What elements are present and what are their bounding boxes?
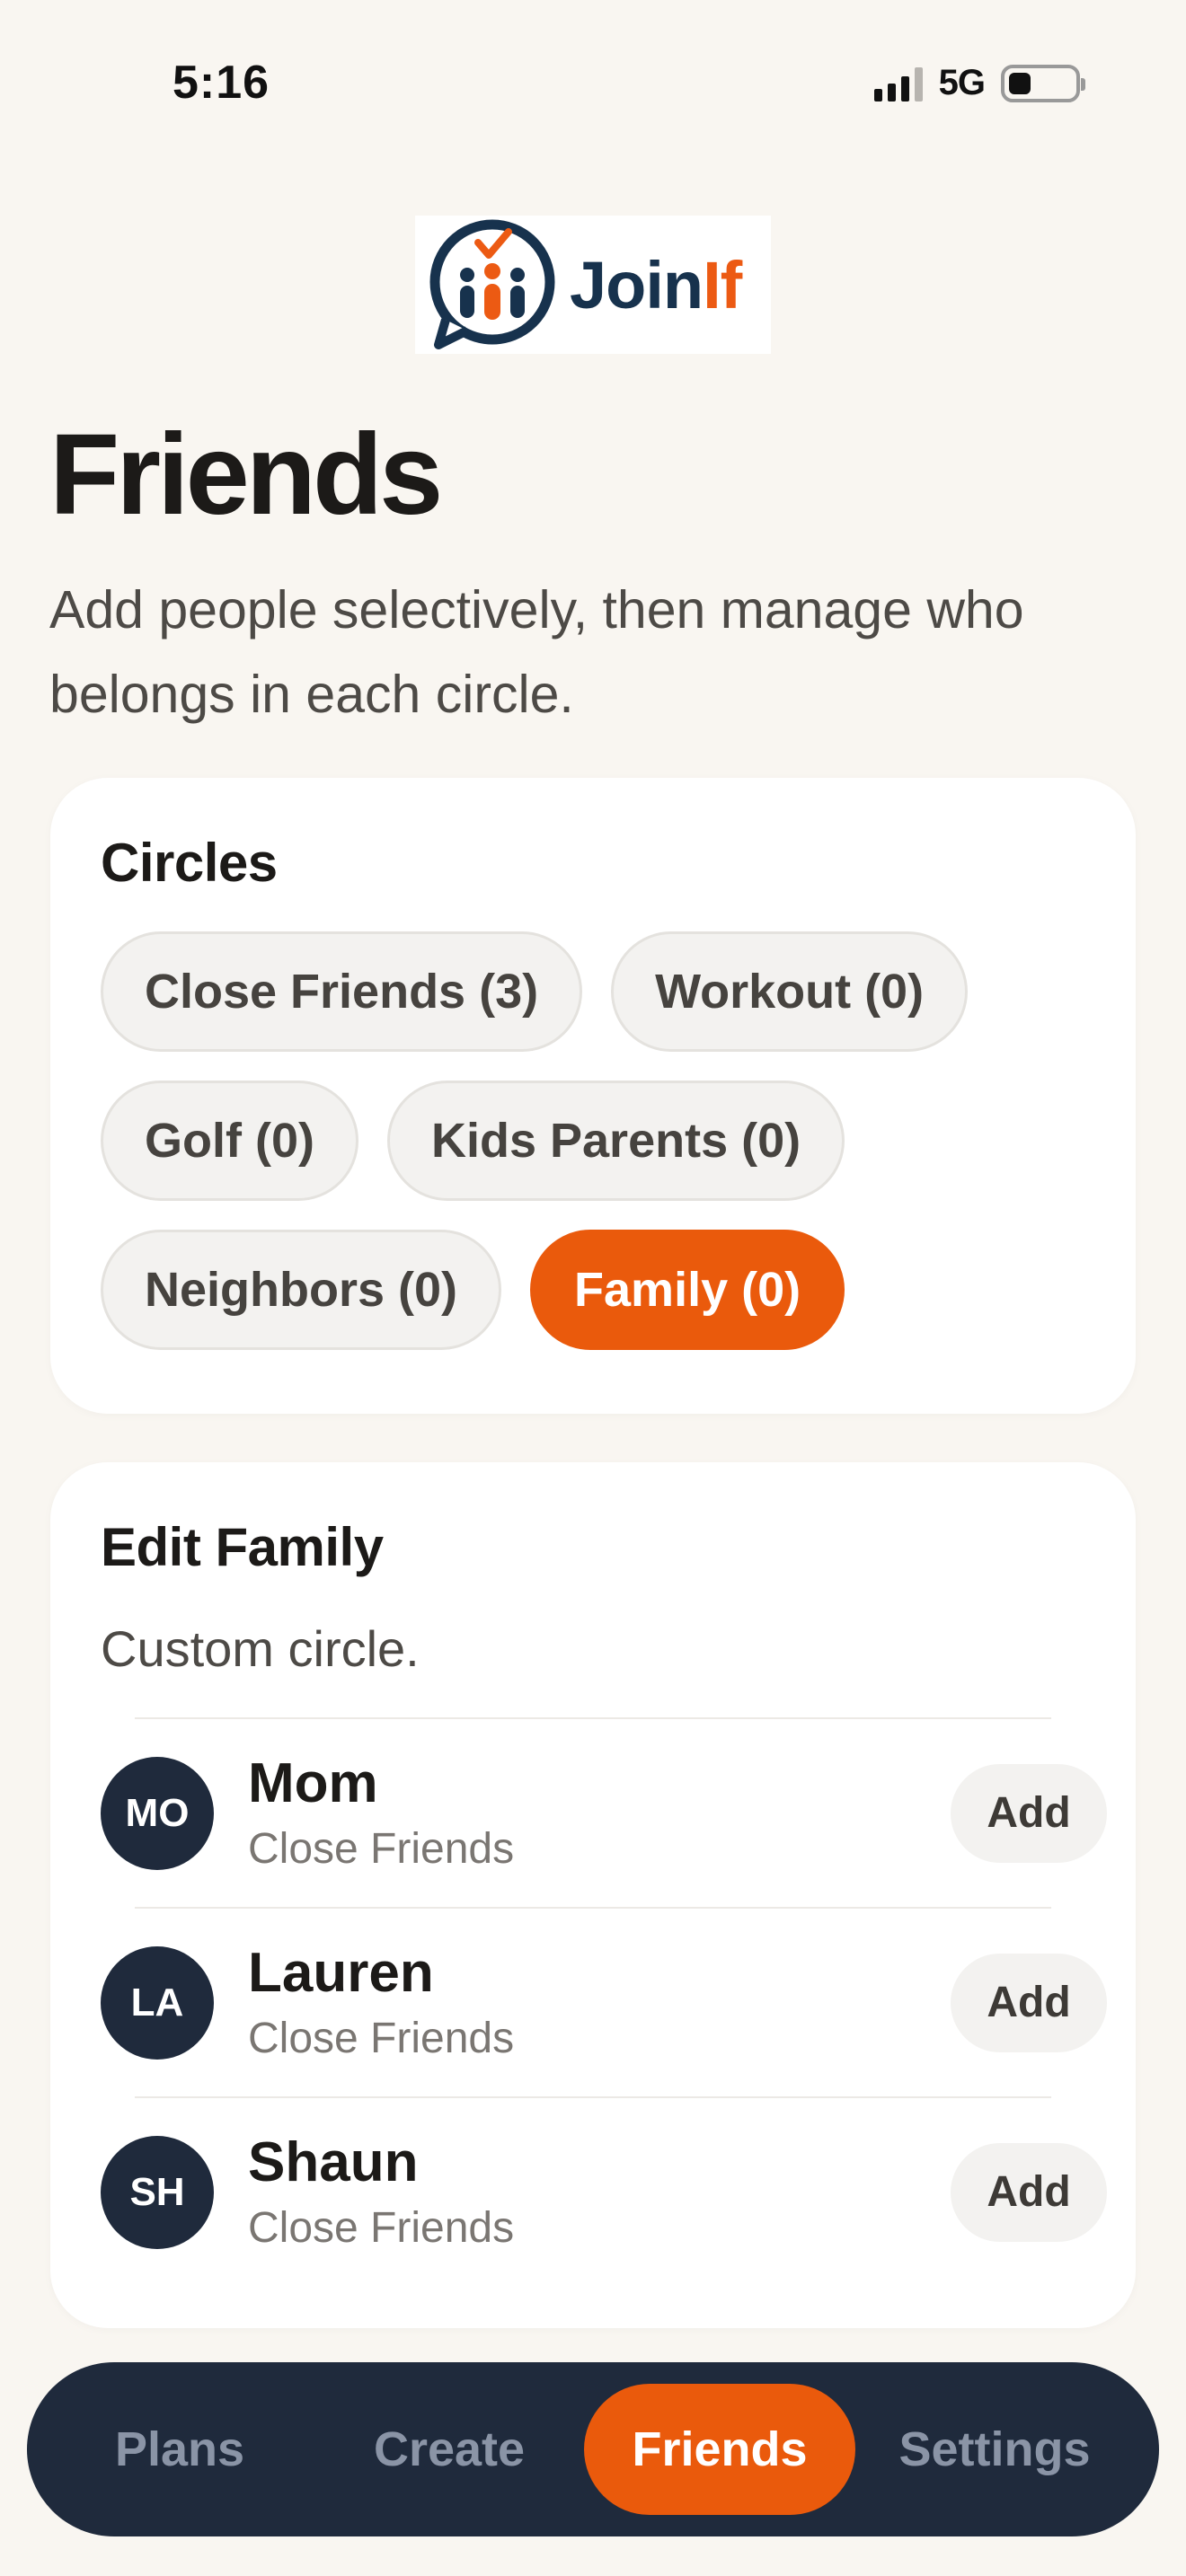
bottom-tab-bar: Plans Create Friends Settings xyxy=(27,2362,1159,2536)
people-chat-icon xyxy=(429,219,555,349)
status-time: 5:16 xyxy=(173,57,270,109)
status-indicators: 5G xyxy=(873,63,1085,103)
avatar: MO xyxy=(101,1756,214,1870)
tab-friends[interactable]: Friends xyxy=(584,2384,855,2515)
add-member-button[interactable]: Add xyxy=(951,2142,1107,2242)
member-name: Lauren xyxy=(248,1942,434,2004)
member-list: MO Mom Close Friends Add LA Lauren Close… xyxy=(101,1717,1107,2286)
member-row: MO Mom Close Friends Add xyxy=(101,1719,1107,1907)
cellular-signal-icon xyxy=(873,66,923,101)
network-label: 5G xyxy=(938,63,986,102)
circle-chip-list: Close Friends (3) Workout (0) Golf (0) K… xyxy=(101,931,1098,1350)
member-circle: Close Friends xyxy=(248,2015,515,2062)
avatar: SH xyxy=(101,2135,214,2249)
member-row: LA Lauren Close Friends Add xyxy=(101,1909,1107,2096)
edit-circle-subtitle: Custom circle. xyxy=(101,1620,420,1677)
friends-screen: 5:16 5G JoinIf Friends Add people select xyxy=(0,0,1186,2576)
member-circle: Close Friends xyxy=(248,2204,515,2252)
circle-chip-golf[interactable]: Golf (0) xyxy=(101,1081,358,1201)
circle-chip-kids-parents[interactable]: Kids Parents (0) xyxy=(386,1081,845,1201)
circle-chip-close-friends[interactable]: Close Friends (3) xyxy=(101,931,583,1052)
member-circle: Close Friends xyxy=(248,1825,515,1873)
app-logo: JoinIf xyxy=(415,216,771,354)
edit-circle-card: Edit Family Custom circle. MO Mom Close … xyxy=(50,1462,1136,2328)
edit-circle-title: Edit Family xyxy=(101,1517,384,1577)
circle-chip-neighbors[interactable]: Neighbors (0) xyxy=(101,1230,502,1350)
avatar: LA xyxy=(101,1945,214,2060)
logo-wordmark: JoinIf xyxy=(570,247,742,322)
tab-settings[interactable]: Settings xyxy=(855,2384,1134,2515)
circles-title: Circles xyxy=(101,833,278,893)
circles-card: Circles Close Friends (3) Workout (0) Go… xyxy=(50,778,1136,1414)
page-subtitle: Add people selectively, then manage who … xyxy=(49,580,1024,724)
member-row: SH Shaun Close Friends Add xyxy=(101,2098,1107,2286)
add-member-button[interactable]: Add xyxy=(951,1953,1107,2052)
add-member-button[interactable]: Add xyxy=(951,1763,1107,1863)
tab-create[interactable]: Create xyxy=(314,2384,584,2515)
page-title: Friends xyxy=(49,410,443,539)
tab-plans[interactable]: Plans xyxy=(45,2384,314,2515)
circle-chip-family[interactable]: Family (0) xyxy=(530,1230,845,1350)
member-name: Shaun xyxy=(248,2131,419,2193)
circle-chip-workout[interactable]: Workout (0) xyxy=(611,931,969,1052)
member-name: Mom xyxy=(248,1752,378,1814)
battery-icon xyxy=(1001,64,1085,102)
